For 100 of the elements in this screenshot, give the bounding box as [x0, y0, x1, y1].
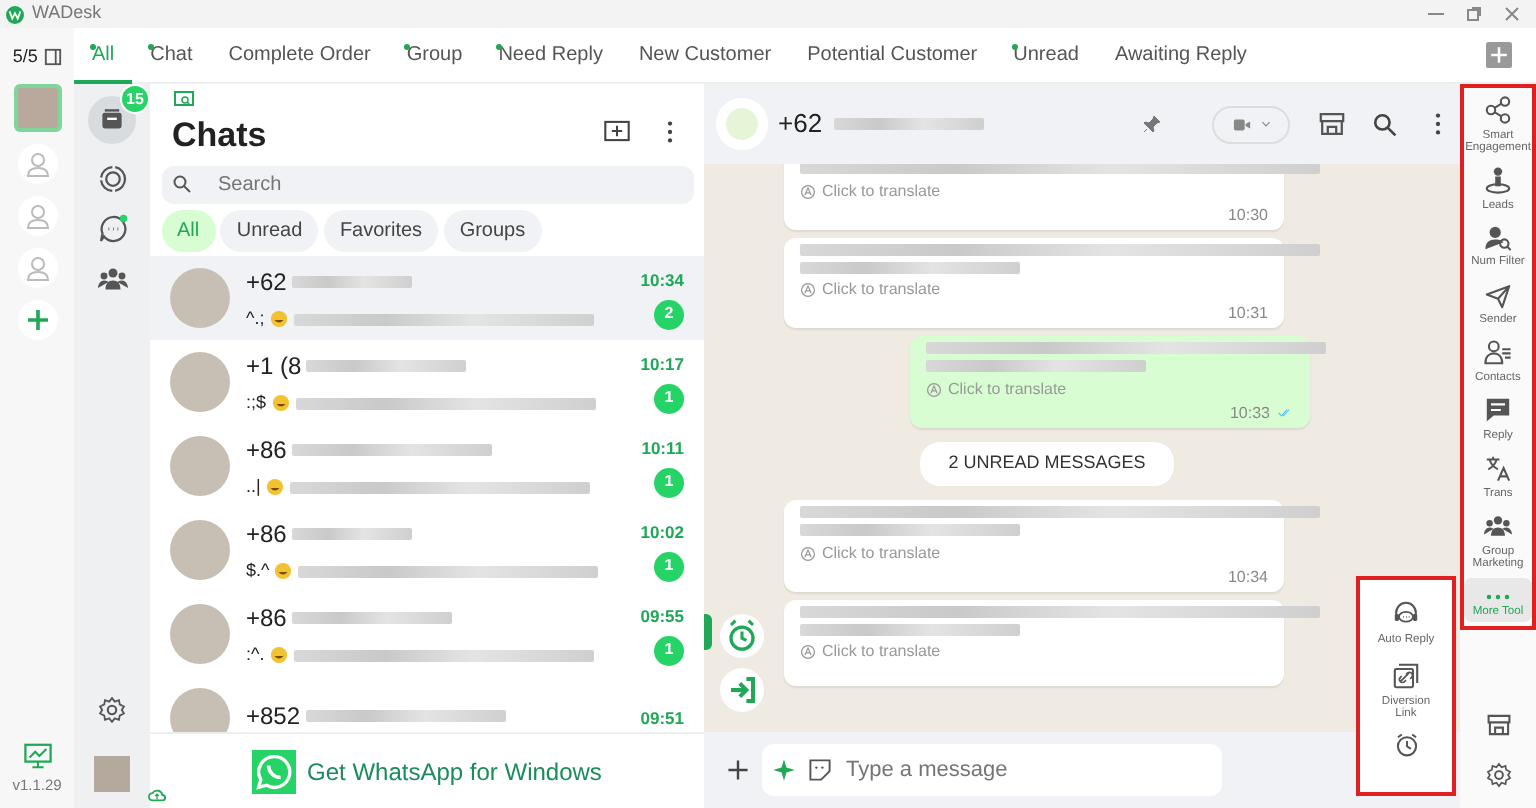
window-title: WADesk [32, 0, 102, 27]
unread-count-badge: 1 [654, 467, 684, 498]
tab[interactable]: Chat [132, 27, 211, 83]
app-logo-icon [6, 5, 24, 23]
channels-icon[interactable] [97, 214, 127, 244]
store-icon[interactable] [1317, 110, 1345, 138]
unread-count-badge: 15 [120, 84, 150, 114]
unread-count-badge: 1 [654, 383, 684, 414]
search-field[interactable]: Search [214, 167, 614, 202]
message-preview: ..| [246, 473, 261, 500]
account-placeholder-icon[interactable] [17, 247, 57, 287]
communities-icon[interactable] [97, 264, 127, 294]
collapse-handle[interactable] [704, 614, 712, 650]
chat-row[interactable]: +86 ..| 10:11 1 [150, 424, 704, 509]
contact-name: +86 [246, 518, 287, 553]
add-tab-icon[interactable] [1486, 42, 1512, 68]
panel-toggle-icon[interactable] [43, 48, 62, 67]
tab[interactable]: Complete Order [210, 27, 389, 83]
message-time: 10:34 [1227, 565, 1268, 590]
emoji-icon [271, 394, 290, 413]
chat-row[interactable]: +86 :^. 09:55 1 [150, 592, 704, 677]
alarm-clock-icon[interactable] [720, 613, 764, 657]
headset-icon [1392, 600, 1420, 628]
avatar-placeholder [170, 604, 230, 665]
chat-row[interactable]: +86 $.^ 10:02 1 [150, 508, 704, 593]
chat-tray-icon [100, 108, 124, 132]
chat-row[interactable]: +62 ^.; 10:34 2 [150, 256, 704, 341]
blurred-name [292, 528, 413, 541]
settings-icon[interactable] [98, 696, 126, 724]
contact-logo-placeholder [715, 98, 767, 150]
message-preview: :;$ [246, 389, 267, 416]
status-icon[interactable] [97, 164, 127, 194]
sign-in-icon[interactable] [720, 668, 764, 712]
translate-icon[interactable] [800, 183, 816, 200]
avatar-placeholder [170, 352, 230, 413]
add-attachment-icon[interactable] [726, 758, 750, 782]
tab[interactable]: Group [388, 27, 481, 83]
contacts-icon [1484, 338, 1512, 367]
caret-icon [1260, 118, 1272, 130]
account-placeholder-icon[interactable] [17, 143, 57, 183]
translate-icon[interactable] [800, 545, 816, 562]
contact-name: +1 (8 [246, 350, 302, 385]
whatsapp-logo-icon[interactable] [252, 749, 297, 793]
alarm-clock-icon[interactable] [1393, 731, 1419, 758]
message-preview: :^. [246, 641, 265, 668]
translate-icon[interactable] [800, 644, 816, 661]
contact-name: +86 [246, 602, 287, 637]
chat-row[interactable]: +852 09:51 [150, 676, 704, 732]
contact-name: +86 [246, 434, 287, 469]
filter-icon [1484, 223, 1512, 252]
chat-row[interactable]: +1 (8 :;$ 10:17 1 [150, 340, 704, 425]
read-receipt-icon [1276, 406, 1294, 421]
tab[interactable]: Need Reply [480, 27, 621, 83]
message-time: 10:33 [1229, 401, 1270, 426]
add-account-icon[interactable] [17, 299, 57, 339]
pin-icon[interactable] [1141, 114, 1162, 134]
blurred-name [292, 276, 413, 289]
store-icon[interactable] [1485, 712, 1511, 738]
chat-filter-icon[interactable] [172, 89, 196, 110]
monitor-chart-icon[interactable] [23, 741, 51, 770]
close-icon[interactable] [1503, 6, 1519, 22]
reply-icon [1484, 396, 1512, 425]
chat-time: 09:51 [640, 705, 684, 732]
restore-icon[interactable] [1465, 6, 1481, 22]
tab[interactable]: All [74, 27, 133, 83]
account-avatar[interactable] [13, 83, 61, 131]
search-bar[interactable]: Search [161, 166, 693, 204]
tab[interactable]: New Customer [620, 27, 790, 83]
filter-chip[interactable]: Groups [443, 209, 542, 252]
unread-count-badge: 1 [654, 635, 684, 666]
unread-divider: 2 UNREAD MESSAGES [920, 442, 1174, 486]
tab[interactable]: Awaiting Reply [1096, 27, 1265, 83]
get-app-link[interactable]: Get WhatsApp for Windows [307, 753, 602, 789]
emoji-icon [269, 310, 288, 329]
chats-title: Chats [172, 113, 267, 158]
trans-icon [1484, 454, 1512, 483]
new-chat-icon[interactable] [604, 118, 630, 145]
contact-name: +62 [246, 266, 287, 301]
chat-time: 10:34 [640, 268, 684, 294]
settings-icon[interactable] [1485, 762, 1511, 788]
message-time: 10:30 [1227, 203, 1268, 228]
contact-name: +852 [246, 699, 301, 732]
emoji-icon [269, 646, 288, 665]
message-composer[interactable]: Type a message [761, 744, 1221, 796]
search-icon[interactable] [1372, 111, 1398, 137]
filter-chip[interactable]: Unread [220, 209, 319, 252]
unread-count-badge: 1 [654, 551, 684, 582]
account-placeholder-icon[interactable] [17, 195, 57, 235]
message-preview: $.^ [246, 557, 270, 584]
video-call-button[interactable] [1212, 105, 1290, 143]
chat-time: 10:11 [641, 436, 684, 462]
translate-icon[interactable] [926, 381, 942, 398]
cloud-upload-icon[interactable] [148, 786, 166, 804]
avatar-placeholder [170, 520, 230, 581]
tab[interactable]: Potential Customer [789, 27, 996, 83]
filter-chip[interactable]: Favorites [323, 209, 439, 252]
more-icon [1486, 593, 1510, 600]
chat-time: 09:55 [640, 604, 684, 630]
tab[interactable]: Unread [995, 27, 1097, 83]
translate-icon[interactable] [800, 282, 816, 299]
